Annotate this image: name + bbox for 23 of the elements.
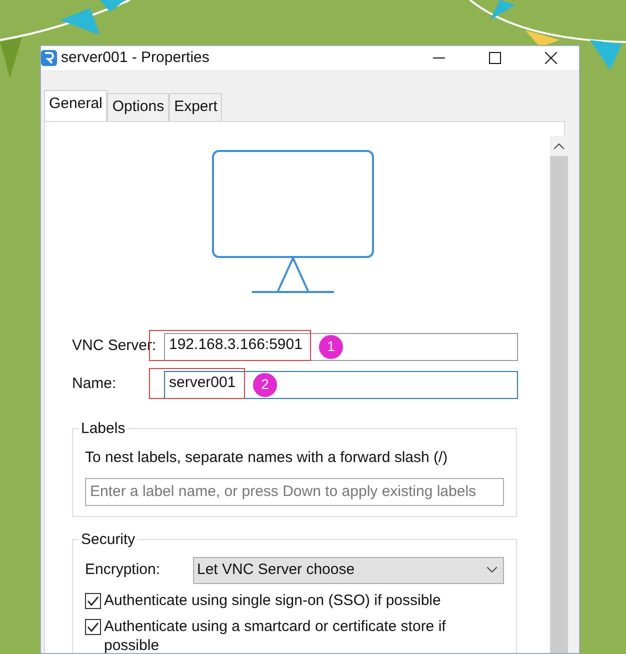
monitor-icon <box>212 150 374 294</box>
scrollbar[interactable] <box>550 136 568 653</box>
tab[interactable]: Options <box>107 93 170 120</box>
hint-text: To nest labels, separate names with a forward slash (/) <box>85 448 449 468</box>
checkbox-label: Authenticate using a smartcard or certificate store if possible <box>104 616 447 653</box>
label-input-field[interactable]: Enter a label name, or press Down to apply existing labels <box>85 478 504 506</box>
window-title: server001 - Properties <box>61 48 210 68</box>
checkbox[interactable] <box>85 592 101 608</box>
field-label: Encryption: <box>85 560 162 580</box>
annotation-marker: 1 <box>319 334 343 358</box>
field-value: 192.168.3.166:5901 <box>169 334 302 355</box>
tab[interactable]: Expert <box>169 93 222 120</box>
checkbox[interactable] <box>85 618 101 634</box>
chevron-down-icon <box>487 567 497 573</box>
tab[interactable]: General <box>44 90 108 120</box>
chevron-up-icon <box>554 142 564 148</box>
field-value: server001 <box>169 372 236 393</box>
field-label: Name: <box>72 374 118 394</box>
encryption-dropdown[interactable]: Let VNC Server choose <box>193 556 504 584</box>
checkbox-label: Authenticate using single sign-on (SSO) if possible <box>104 590 441 610</box>
annotation-marker: 2 <box>253 372 277 396</box>
maximize-icon <box>489 52 501 64</box>
close-icon <box>545 52 557 64</box>
